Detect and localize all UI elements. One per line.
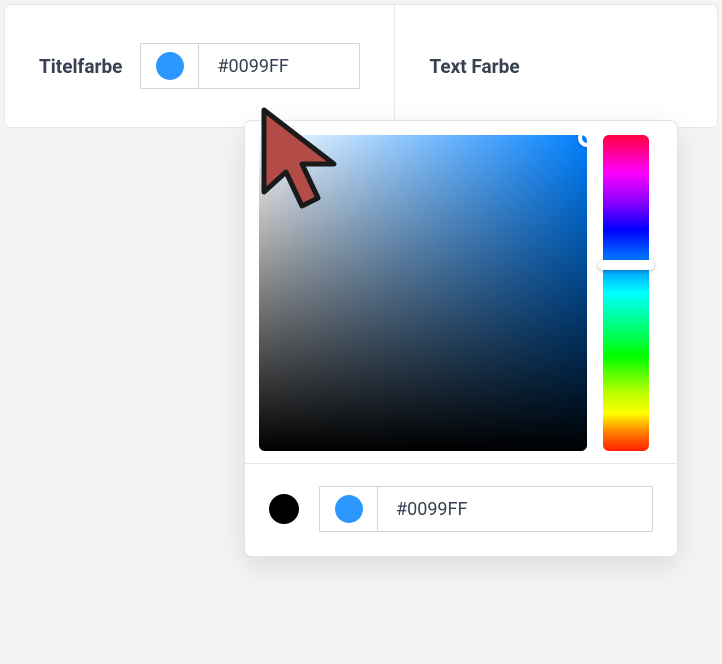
color-settings-panel: Titelfarbe Text Farbe — [4, 4, 718, 128]
title-color-hex-input[interactable] — [199, 44, 359, 88]
color-picker-popover — [244, 120, 678, 557]
picker-bottom-row — [245, 463, 677, 556]
title-color-label: Titelfarbe — [39, 55, 122, 78]
picker-swatch-dot — [335, 495, 363, 523]
title-color-swatch-button[interactable] — [141, 44, 199, 88]
hue-indicator[interactable] — [598, 260, 654, 270]
picker-hex-input[interactable] — [378, 487, 652, 531]
picker-swatch-button[interactable] — [320, 487, 378, 531]
title-color-cell: Titelfarbe — [5, 5, 394, 127]
title-color-input-group — [140, 43, 360, 89]
text-color-label: Text Farbe — [429, 55, 519, 78]
picker-top-row — [245, 121, 677, 463]
picker-input-group — [319, 486, 653, 532]
text-color-cell: Text Farbe — [394, 5, 717, 127]
hue-slider[interactable] — [603, 135, 649, 451]
sv-black-layer — [259, 135, 587, 451]
title-color-swatch-dot — [156, 52, 184, 80]
reset-color-dot[interactable] — [269, 494, 299, 524]
saturation-value-field[interactable] — [259, 135, 587, 451]
